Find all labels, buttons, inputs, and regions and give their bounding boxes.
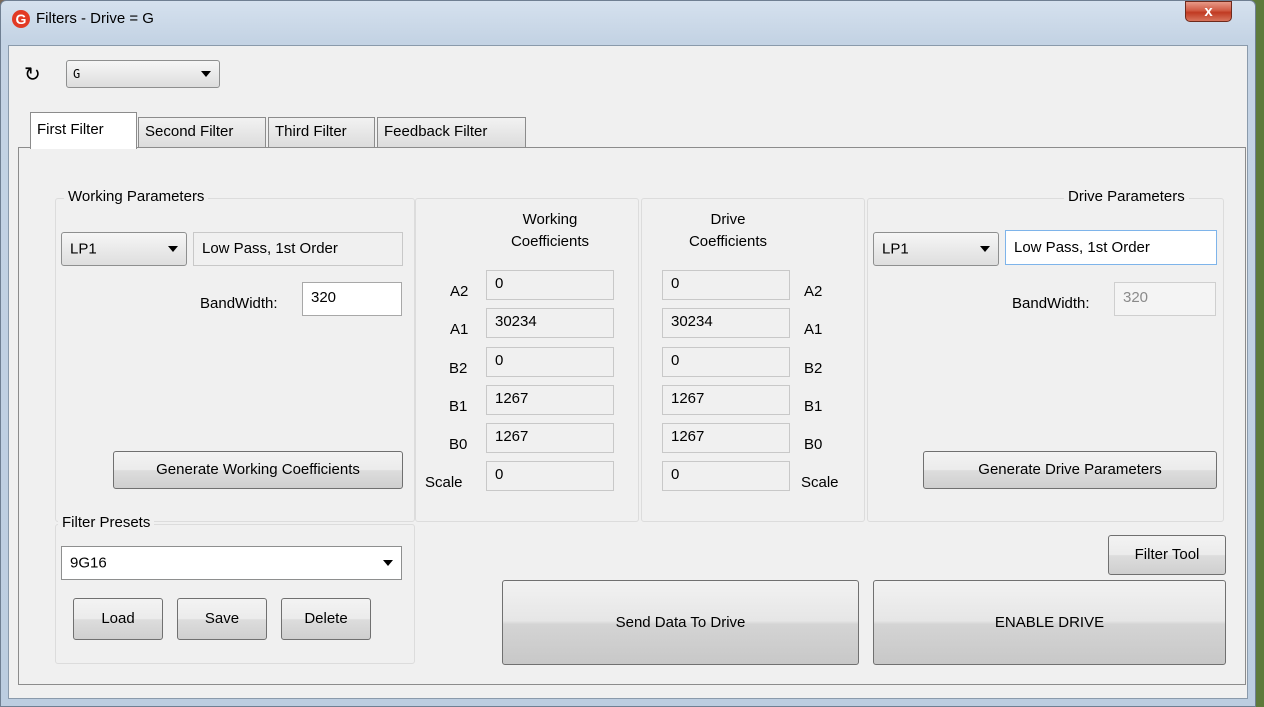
tab-feedback-filter[interactable]: Feedback Filter — [377, 117, 526, 147]
tab-second-filter[interactable]: Second Filter — [138, 117, 266, 147]
delete-button[interactable]: Delete — [281, 598, 371, 640]
drive-b0-value: 1267 — [662, 423, 790, 453]
tab-third-filter[interactable]: Third Filter — [268, 117, 375, 147]
working-a2-label: A2 — [450, 283, 469, 300]
working-bandwidth-label: BandWidth: — [200, 295, 278, 312]
filter-tool-button[interactable]: Filter Tool — [1108, 535, 1226, 575]
chevron-down-icon — [383, 560, 393, 566]
refresh-icon[interactable]: ↻ — [24, 65, 41, 85]
save-button[interactable]: Save — [177, 598, 267, 640]
send-data-to-drive-button[interactable]: Send Data To Drive — [502, 580, 859, 665]
close-button[interactable]: x — [1185, 1, 1232, 22]
working-parameters-title: Working Parameters — [64, 188, 209, 205]
drive-coefficients-subtitle: Coefficients — [688, 233, 768, 250]
enable-drive-button[interactable]: ENABLE DRIVE — [873, 580, 1226, 665]
drive-filter-description-input[interactable]: Low Pass, 1st Order — [1005, 230, 1217, 265]
drive-b2-label: B2 — [804, 360, 823, 377]
working-scale-value: 0 — [486, 461, 614, 491]
generate-drive-parameters-button[interactable]: Generate Drive Parameters — [923, 451, 1217, 489]
filter-presets-group — [55, 524, 415, 664]
working-b1-label: B1 — [449, 398, 468, 415]
filter-presets-title: Filter Presets — [58, 514, 155, 531]
drive-b1-value: 1267 — [662, 385, 790, 415]
title-bar[interactable]: G Filters - Drive = G x — [0, 0, 1256, 44]
working-filter-type-select[interactable]: LP1 — [61, 232, 187, 266]
drive-coefficients-title: Drive — [710, 211, 746, 228]
working-b0-value: 1267 — [486, 423, 614, 453]
working-a1-label: A1 — [450, 321, 469, 338]
window-title: Filters - Drive = G — [36, 10, 154, 27]
working-b2-label: B2 — [449, 360, 468, 377]
drive-filter-type-select[interactable]: LP1 — [873, 232, 999, 266]
working-bandwidth-input[interactable]: 320 — [302, 282, 402, 316]
working-a1-value: 30234 — [486, 308, 614, 338]
working-a2-value: 0 — [486, 270, 614, 300]
drive-bandwidth-label: BandWidth: — [1012, 295, 1090, 312]
working-scale-label: Scale — [425, 474, 463, 491]
drive-scale-label: Scale — [801, 474, 839, 491]
drive-bandwidth-input: 320 — [1114, 282, 1216, 316]
working-coefficients-title: Working — [522, 211, 578, 228]
load-button[interactable]: Load — [73, 598, 163, 640]
drive-select[interactable]: G — [66, 60, 220, 88]
drive-b1-label: B1 — [804, 398, 823, 415]
working-b1-value: 1267 — [486, 385, 614, 415]
drive-scale-value: 0 — [662, 461, 790, 491]
drive-a1-label: A1 — [804, 321, 823, 338]
working-filter-type-value: LP1 — [70, 240, 97, 258]
drive-filter-type-value: LP1 — [882, 240, 909, 258]
drive-parameters-title: Drive Parameters — [1064, 188, 1189, 205]
working-coefficients-subtitle: Coefficients — [510, 233, 590, 250]
filter-preset-value: 9G16 — [70, 554, 107, 572]
generate-working-coefficients-button[interactable]: Generate Working Coefficients — [113, 451, 403, 489]
app-logo-icon: G — [12, 10, 30, 28]
drive-a2-label: A2 — [804, 283, 823, 300]
drive-b2-value: 0 — [662, 347, 790, 377]
drive-a1-value: 30234 — [662, 308, 790, 338]
drive-b0-label: B0 — [804, 436, 823, 453]
chevron-down-icon — [201, 71, 211, 77]
chevron-down-icon — [980, 246, 990, 252]
working-b2-value: 0 — [486, 347, 614, 377]
working-filter-description: Low Pass, 1st Order — [193, 232, 403, 266]
drive-select-value: G — [73, 67, 81, 81]
chevron-down-icon — [168, 246, 178, 252]
tab-first-filter[interactable]: First Filter — [30, 112, 137, 149]
filter-preset-select[interactable]: 9G16 — [61, 546, 402, 580]
drive-a2-value: 0 — [662, 270, 790, 300]
working-b0-label: B0 — [449, 436, 468, 453]
